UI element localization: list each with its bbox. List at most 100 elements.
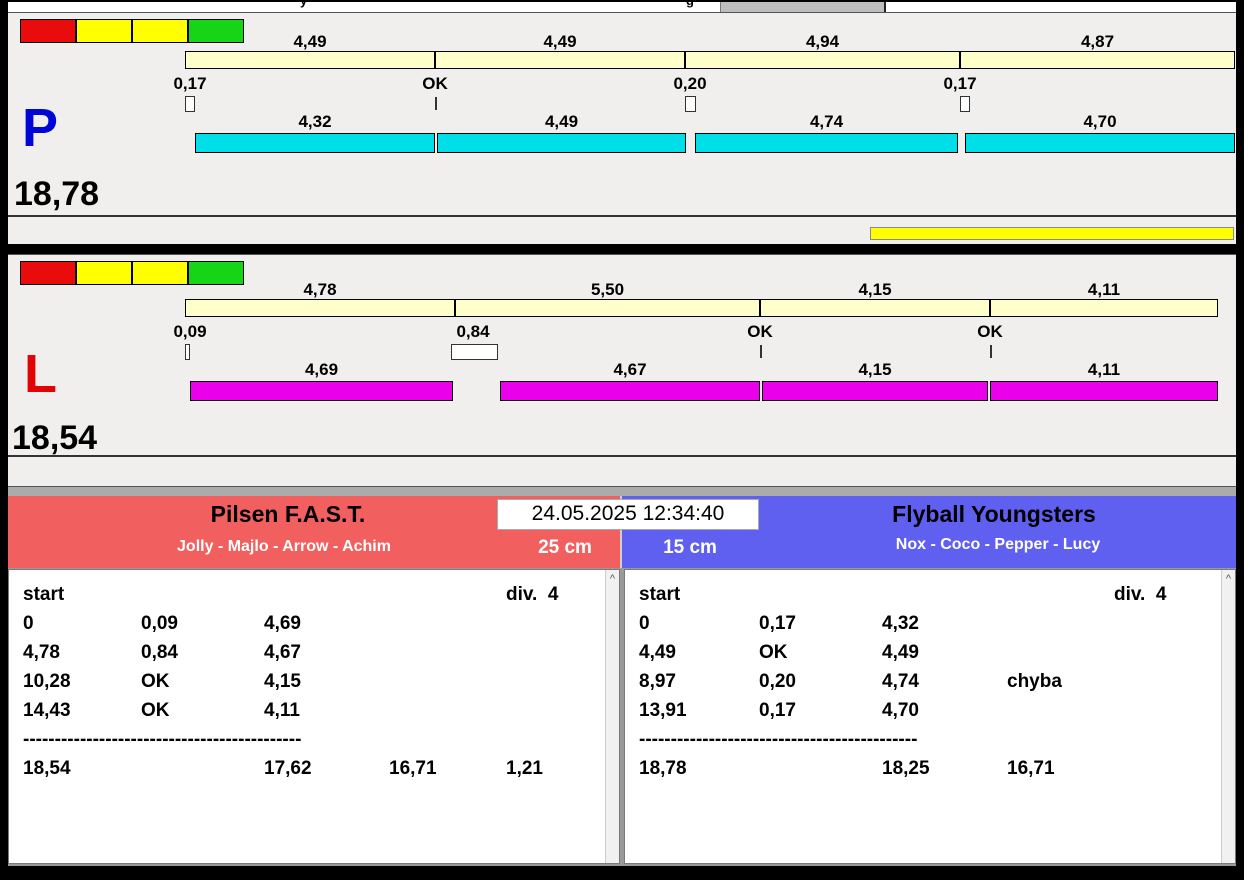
start-fault-label: 0,09: [173, 322, 207, 341]
start-light-yellow2-icon: [132, 261, 188, 285]
run-bar-segment: [965, 133, 1235, 153]
start-fault-marker: [451, 344, 498, 360]
start-ok-tick: [435, 97, 437, 110]
section-separator: [8, 486, 1236, 496]
team-jump-height: 15 cm: [663, 537, 717, 558]
lane-total-time: 18,78: [14, 175, 100, 213]
table-scrollbar[interactable]: ^: [1221, 570, 1235, 863]
table-header-row: start div. 4: [9, 580, 605, 609]
run-time-label: 4,49: [544, 112, 579, 131]
split-time-label: 4,78: [303, 280, 337, 299]
start-ok-tick: [760, 345, 762, 358]
run-time-label: 4,69: [304, 360, 339, 379]
window-button-fragment[interactable]: [720, 2, 885, 12]
start-light-yellow1-icon: [76, 261, 132, 285]
start-fault-label: 0,84: [456, 322, 490, 341]
results-section: Pilsen F.A.S.T. Jolly - Majlo - Arrow - …: [8, 496, 1236, 866]
split-bar-segment: [760, 299, 990, 317]
datetime-display: 24.05.2025 12:34:40: [497, 499, 759, 530]
lane-divider-line: [8, 455, 1236, 457]
split-bar-segment: [185, 299, 455, 317]
split-bar-segment: [990, 299, 1218, 317]
fault-note-cell: chyba: [1007, 670, 1062, 692]
results-tables: start div. 4 0 0,09 4,69 4,78 0,84 4,67 …: [8, 568, 1236, 866]
scroll-up-icon[interactable]: ^: [1222, 574, 1235, 585]
toolbar-text-fragment: y: [300, 2, 307, 8]
team-name: Pilsen F.A.S.T.: [210, 501, 366, 527]
start-cell: start: [639, 583, 681, 605]
run-bar-segment: [195, 133, 435, 153]
split-bar-segment: [435, 51, 685, 69]
start-fault-label: 0,20: [673, 74, 707, 93]
table-separator: ----------------------------------------…: [639, 728, 918, 750]
scroll-up-icon[interactable]: ^: [606, 574, 619, 585]
team-name: Flyball Youngsters: [892, 501, 1096, 527]
split-time-label: 4,15: [858, 280, 892, 299]
run-bar-segment: [695, 133, 958, 153]
table-separator: ----------------------------------------…: [23, 728, 302, 750]
results-table-right[interactable]: start div. 4 0 0,17 4,32 4,49 OK 4,49 8,…: [624, 569, 1236, 864]
results-table-left[interactable]: start div. 4 0 0,09 4,69 4,78 0,84 4,67 …: [8, 569, 620, 864]
split-bar-segment: [960, 51, 1235, 69]
split-bar-segment: [685, 51, 960, 69]
run-bar-segment: [990, 381, 1218, 401]
start-fault-label: 0,17: [173, 74, 207, 93]
start-fault-marker: [185, 96, 195, 112]
table-row: 0 0,17 4,32: [639, 612, 919, 634]
run-time-label: 4,74: [809, 112, 844, 131]
app-window: y g 4,49 4,49 4,94 4,87 0,17 OK 0,20 0,1…: [0, 0, 1244, 880]
run-time-label: 4,11: [1087, 360, 1121, 379]
table-row: 14,43 OK 4,11: [23, 699, 300, 721]
split-time-label: 4,87: [1080, 32, 1115, 51]
start-fault-marker: [960, 96, 970, 112]
start-light-yellow1-icon: [76, 19, 132, 43]
run-bar-segment: [190, 381, 453, 401]
split-time-label: 4,11: [1087, 280, 1121, 299]
table-row: 4,49 OK 4,49: [639, 641, 919, 663]
clipped-toolbar: y g: [8, 2, 1236, 12]
run-bar-segment: [500, 381, 760, 401]
table-row: 0 0,09 4,69: [23, 612, 301, 634]
run-time-label: 4,67: [613, 360, 647, 379]
table-total-row: 18,78 18,25 16,71: [639, 757, 1055, 779]
lane-l-panel: 4,78 5,50 4,15 4,11 0,09 0,84 OK OK 4,69…: [8, 254, 1236, 486]
table-row: 4,78 0,84 4,67: [23, 641, 301, 663]
run-time-label: 4,15: [858, 360, 892, 379]
table-row: 8,97 0,20 4,74 chyba: [625, 667, 1221, 696]
lane-separator: [0, 244, 1244, 254]
split-time-label: 4,94: [805, 32, 840, 51]
start-fault-marker: [685, 96, 696, 112]
start-ok-tick: [990, 345, 992, 358]
toolbar-text-fragment: g: [686, 2, 694, 8]
division-cell: div. 4: [1114, 583, 1167, 605]
lane-letter: P: [22, 98, 59, 158]
start-cell: start: [23, 583, 65, 605]
table-row: 10,28 OK 4,15: [23, 670, 301, 692]
split-time-label: 5,50: [590, 280, 625, 299]
run-bar-segment: [762, 381, 988, 401]
team-dogs: Nox - Coco - Pepper - Lucy: [895, 536, 1101, 553]
table-total-row: 18,54 17,62 16,71 1,21: [23, 757, 543, 779]
split-bar-segment: [455, 299, 760, 317]
division-cell: div. 4: [506, 583, 559, 605]
table-scrollbar[interactable]: ^: [605, 570, 619, 863]
timer-progress-bar: [870, 227, 1234, 240]
lane-p-panel: 4,49 4,49 4,94 4,87 0,17 OK 0,20 0,17 4,…: [8, 12, 1236, 244]
run-time-label: 4,32: [298, 112, 332, 131]
start-fault-label: OK: [422, 74, 448, 93]
start-fault-label: OK: [977, 322, 1003, 341]
start-light-red-icon: [20, 261, 76, 285]
start-fault-label: 0,17: [943, 74, 977, 93]
split-time-label: 4,49: [293, 32, 327, 51]
start-light-red-icon: [20, 19, 76, 43]
lane-letter: L: [24, 344, 57, 404]
split-bar-segment: [185, 51, 435, 69]
team-jump-height: 25 cm: [538, 537, 592, 558]
start-fault-marker: [185, 344, 190, 360]
lane-total-time: 18,54: [12, 419, 98, 457]
start-light-yellow2-icon: [132, 19, 188, 43]
table-row: 13,91 0,17 4,70: [639, 699, 919, 721]
table-header-row: start div. 4: [625, 580, 1221, 609]
run-bar-segment: [437, 133, 686, 153]
team-dogs: Jolly - Majlo - Arrow - Achim: [177, 538, 391, 555]
